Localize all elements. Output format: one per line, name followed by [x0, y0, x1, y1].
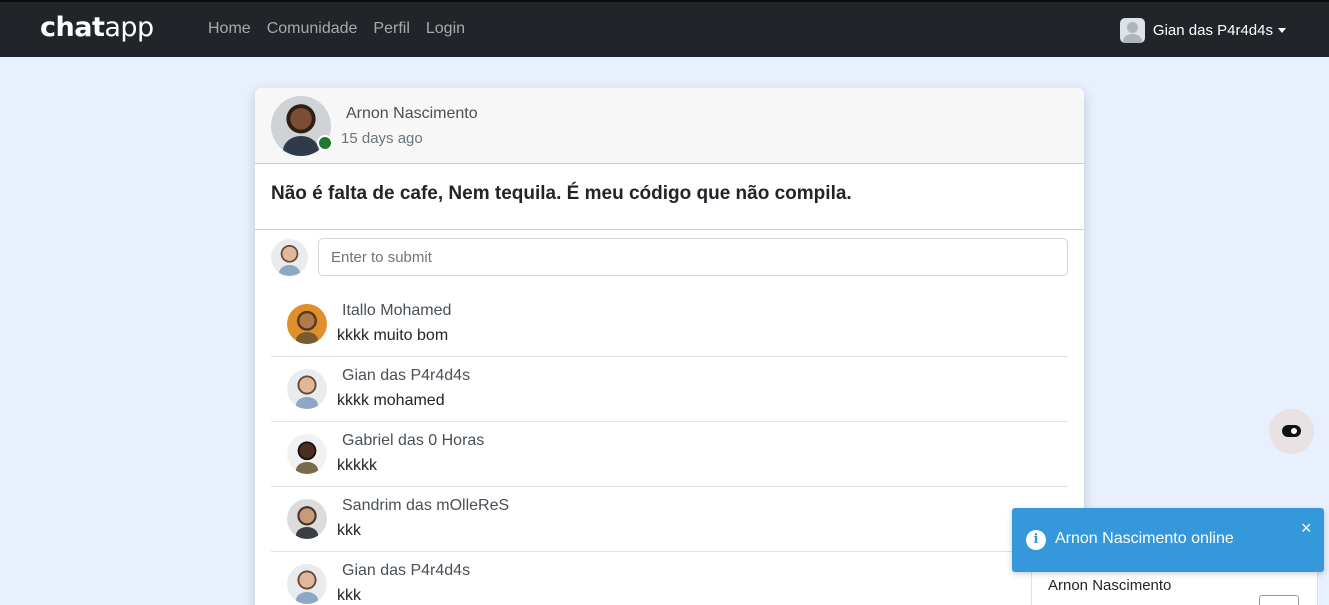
comment-item: Gian das P4r4d4s kkk	[271, 552, 1068, 605]
toast-message: Arnon Nascimento online	[1055, 530, 1234, 547]
commenter-avatar[interactable]	[287, 369, 327, 409]
comment-author[interactable]: Gabriel das 0 Horas	[342, 432, 484, 450]
comment-input[interactable]	[318, 238, 1068, 276]
brand-bold: chat	[40, 12, 105, 43]
brand-light: app	[104, 12, 154, 43]
comment-item: Sandrim das mOlleReS kkk	[271, 487, 1068, 552]
post-text: Não é falta de cafe, Nem tequila. É meu …	[271, 183, 852, 204]
nav-home[interactable]: Home	[208, 20, 251, 38]
chat-popup-box[interactable]	[1259, 595, 1299, 605]
comment-text: kkk	[337, 587, 361, 604]
post-author[interactable]: Arnon Nascimento	[346, 105, 478, 123]
comment-author[interactable]: Sandrim das mOlleReS	[342, 497, 509, 515]
comment-text: kkkk muito bom	[337, 327, 449, 344]
post-time: 15 days ago	[341, 130, 423, 147]
comment-author[interactable]: Gian das P4r4d4s	[342, 367, 470, 385]
user-menu-dropdown[interactable]: Gian das P4r4d4s	[1119, 18, 1286, 43]
comment-form	[271, 238, 1068, 278]
caret-down-icon	[1278, 28, 1286, 33]
navbar: chatapp Home Comunidade Perfil Login Gia…	[0, 0, 1329, 57]
commenter-avatar[interactable]	[287, 564, 327, 604]
theme-toggle-button[interactable]	[1269, 409, 1314, 454]
comment-author[interactable]: Itallo Mohamed	[342, 302, 451, 320]
commenter-avatar[interactable]	[287, 434, 327, 474]
notification-area: Arnon Nascimento i Arnon Nascimento onli…	[1012, 508, 1324, 605]
nav-links: Home Comunidade Perfil Login	[208, 20, 481, 38]
close-icon[interactable]: ×	[1301, 518, 1312, 539]
post-card: Arnon Nascimento 15 days ago Não é falta…	[255, 88, 1084, 605]
online-toast: i Arnon Nascimento online ×	[1012, 508, 1324, 572]
comment-author[interactable]: Gian das P4r4d4s	[342, 562, 470, 580]
chat-popup-name[interactable]: Arnon Nascimento	[1048, 577, 1171, 594]
comment-item: Gian das P4r4d4s kkkk mohamed	[271, 357, 1068, 422]
nav-perfil[interactable]: Perfil	[373, 20, 409, 38]
commenter-avatar[interactable]	[287, 499, 327, 539]
commenter-avatar[interactable]	[287, 304, 327, 344]
info-icon: i	[1026, 530, 1046, 550]
comment-item: Gabriel das 0 Horas kkkkk	[271, 422, 1068, 487]
user-avatar-icon	[1119, 18, 1145, 43]
brand-logo[interactable]: chatapp	[40, 12, 154, 43]
user-menu-name: Gian das P4r4d4s	[1152, 22, 1273, 39]
comment-list: Itallo Mohamed kkkk muito bom Gian das P…	[271, 292, 1068, 605]
comment-text: kkk	[337, 522, 361, 539]
comment-item: Itallo Mohamed kkkk muito bom	[271, 292, 1068, 357]
nav-comunidade[interactable]: Comunidade	[267, 20, 358, 38]
post-header: Arnon Nascimento 15 days ago	[255, 88, 1084, 164]
comment-text: kkkk mohamed	[337, 392, 445, 409]
toggle-icon	[1282, 425, 1301, 437]
nav-login[interactable]: Login	[426, 20, 465, 38]
online-status-icon	[317, 135, 333, 151]
current-user-avatar	[271, 239, 308, 276]
comment-text: kkkkk	[337, 457, 377, 474]
